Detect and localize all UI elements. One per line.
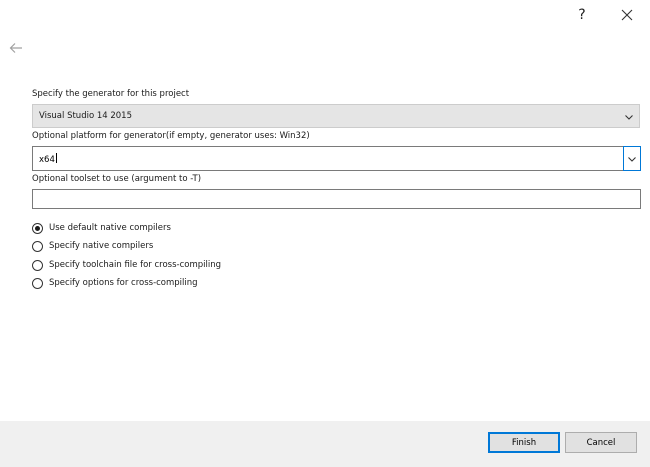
back-arrow-icon: [9, 43, 22, 53]
radio-label: Use default native compilers: [49, 223, 171, 233]
platform-value-wrap: x64: [39, 153, 57, 165]
close-button[interactable]: [615, 4, 639, 26]
back-button[interactable]: [6, 38, 26, 58]
cancel-button[interactable]: Cancel: [565, 432, 637, 453]
radio-button[interactable]: [32, 222, 43, 234]
generator-select[interactable]: Visual Studio 14 2015: [32, 104, 640, 128]
toolset-input[interactable]: [32, 189, 641, 209]
radio-cross-options[interactable]: Specify options for cross-compiling: [32, 276, 198, 290]
radio-toolchain-file[interactable]: Specify toolchain file for cross-compili…: [32, 258, 221, 272]
radio-button[interactable]: [32, 277, 43, 289]
toolset-label: Optional toolset to use (argument to -T): [32, 174, 202, 184]
generator-label: Specify the generator for this project: [32, 89, 190, 99]
chevron-down-icon: [625, 115, 633, 120]
platform-dropdown-button[interactable]: [623, 146, 641, 171]
radio-native-compilers[interactable]: Specify native compilers: [32, 239, 153, 253]
close-icon: [621, 9, 633, 21]
finish-button[interactable]: Finish: [488, 432, 560, 453]
radio-label: Specify toolchain file for cross-compili…: [49, 260, 222, 270]
text-caret: [55, 153, 57, 163]
help-button[interactable]: ?: [570, 4, 594, 26]
platform-label: Optional platform for generator(if empty…: [32, 131, 310, 141]
radio-button[interactable]: [32, 259, 43, 271]
platform-combobox[interactable]: x64: [32, 146, 641, 171]
platform-value: x64: [39, 155, 55, 165]
radio-label: Specify options for cross-compiling: [49, 278, 198, 288]
generator-value: Visual Studio 14 2015: [39, 111, 133, 121]
help-icon: ?: [578, 7, 586, 23]
radio-default-compilers[interactable]: Use default native compilers: [32, 221, 171, 235]
radio-label: Specify native compilers: [49, 241, 154, 251]
chevron-down-icon: [628, 156, 636, 162]
radio-button[interactable]: [32, 240, 43, 252]
